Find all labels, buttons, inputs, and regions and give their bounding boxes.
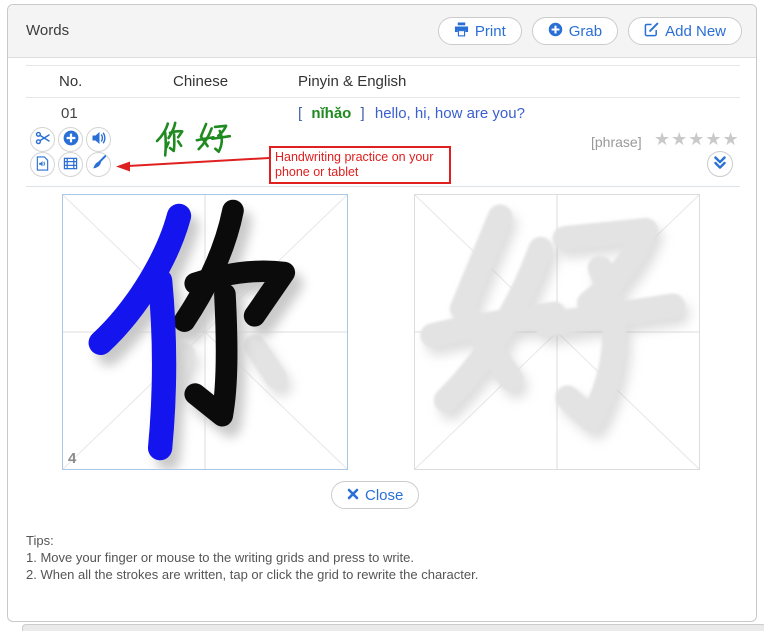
words-panel: Words Print: [7, 4, 757, 622]
english-definition[interactable]: hello, hi, how are you?: [375, 105, 525, 122]
scissors-icon: [35, 130, 51, 149]
audio-file-icon: [35, 156, 50, 174]
handwriting-button[interactable]: [86, 152, 111, 177]
stroke-count: 4: [68, 450, 76, 467]
double-chevron-down-icon: [709, 152, 731, 177]
writing-grid-hao[interactable]: [414, 194, 700, 470]
row-divider: [26, 186, 740, 187]
pinyin-text[interactable]: nǐhǎo: [311, 105, 351, 122]
film-strip-icon: [63, 156, 78, 174]
tips-line2: 2. When all the strokes are written, tap…: [26, 566, 478, 583]
print-button-label: Print: [475, 23, 506, 40]
annotation-line1: Handwriting practice on your: [275, 150, 445, 165]
header-buttons: Print Grab: [438, 17, 742, 45]
tips-line1: 1. Move your finger or mouse to the writ…: [26, 549, 478, 566]
table-top-divider: [26, 65, 740, 66]
brush-icon: [91, 155, 107, 174]
audio-file-button[interactable]: [30, 152, 55, 177]
close-icon: [347, 487, 359, 504]
column-header-no: No.: [59, 73, 82, 90]
tips-title: Tips:: [26, 532, 478, 549]
collapse-button[interactable]: [707, 151, 733, 177]
writing-grid-hao-canvas: [415, 195, 699, 469]
audio-button[interactable]: [86, 127, 111, 152]
add-to-list-button[interactable]: [58, 127, 83, 152]
print-icon: [454, 22, 469, 41]
panel-header: Words Print: [8, 5, 756, 58]
plus-circle-icon: [63, 130, 79, 149]
writing-grid-ni-canvas: [63, 195, 347, 469]
writing-grid-ni[interactable]: 4: [62, 194, 348, 470]
bracket-close: ]: [361, 105, 365, 122]
stroke-animation-button[interactable]: [58, 152, 83, 177]
row-number: 01: [61, 105, 78, 122]
add-new-button-label: Add New: [665, 23, 726, 40]
table-header-divider: [26, 97, 740, 98]
word-type-badge: [phrase]: [591, 134, 642, 150]
star-rating[interactable]: ★★★★★: [654, 129, 740, 150]
close-button-label: Close: [365, 487, 403, 504]
grab-button-label: Grab: [569, 23, 602, 40]
cut-button[interactable]: [30, 127, 55, 152]
column-header-pinyin-english: Pinyin & English: [298, 73, 406, 90]
plus-circle-icon: [548, 22, 563, 41]
column-header-chinese: Chinese: [173, 73, 228, 90]
pinyin-english: [ nǐhǎo ] hello, hi, how are you?: [298, 105, 525, 122]
add-new-button[interactable]: Add New: [628, 17, 742, 45]
close-button[interactable]: Close: [331, 481, 419, 509]
bracket-open: [: [298, 105, 302, 122]
annotation-arrow: [114, 151, 272, 173]
tips-block: Tips: 1. Move your finger or mouse to th…: [26, 532, 478, 583]
annotation-line2: phone or tablet: [275, 165, 445, 180]
print-button[interactable]: Print: [438, 17, 522, 45]
annotation-callout: Handwriting practice on your phone or ta…: [269, 146, 451, 184]
grab-button[interactable]: Grab: [532, 17, 618, 45]
speaker-icon: [91, 130, 107, 149]
edit-square-icon: [644, 22, 659, 41]
page-title: Words: [26, 22, 69, 39]
